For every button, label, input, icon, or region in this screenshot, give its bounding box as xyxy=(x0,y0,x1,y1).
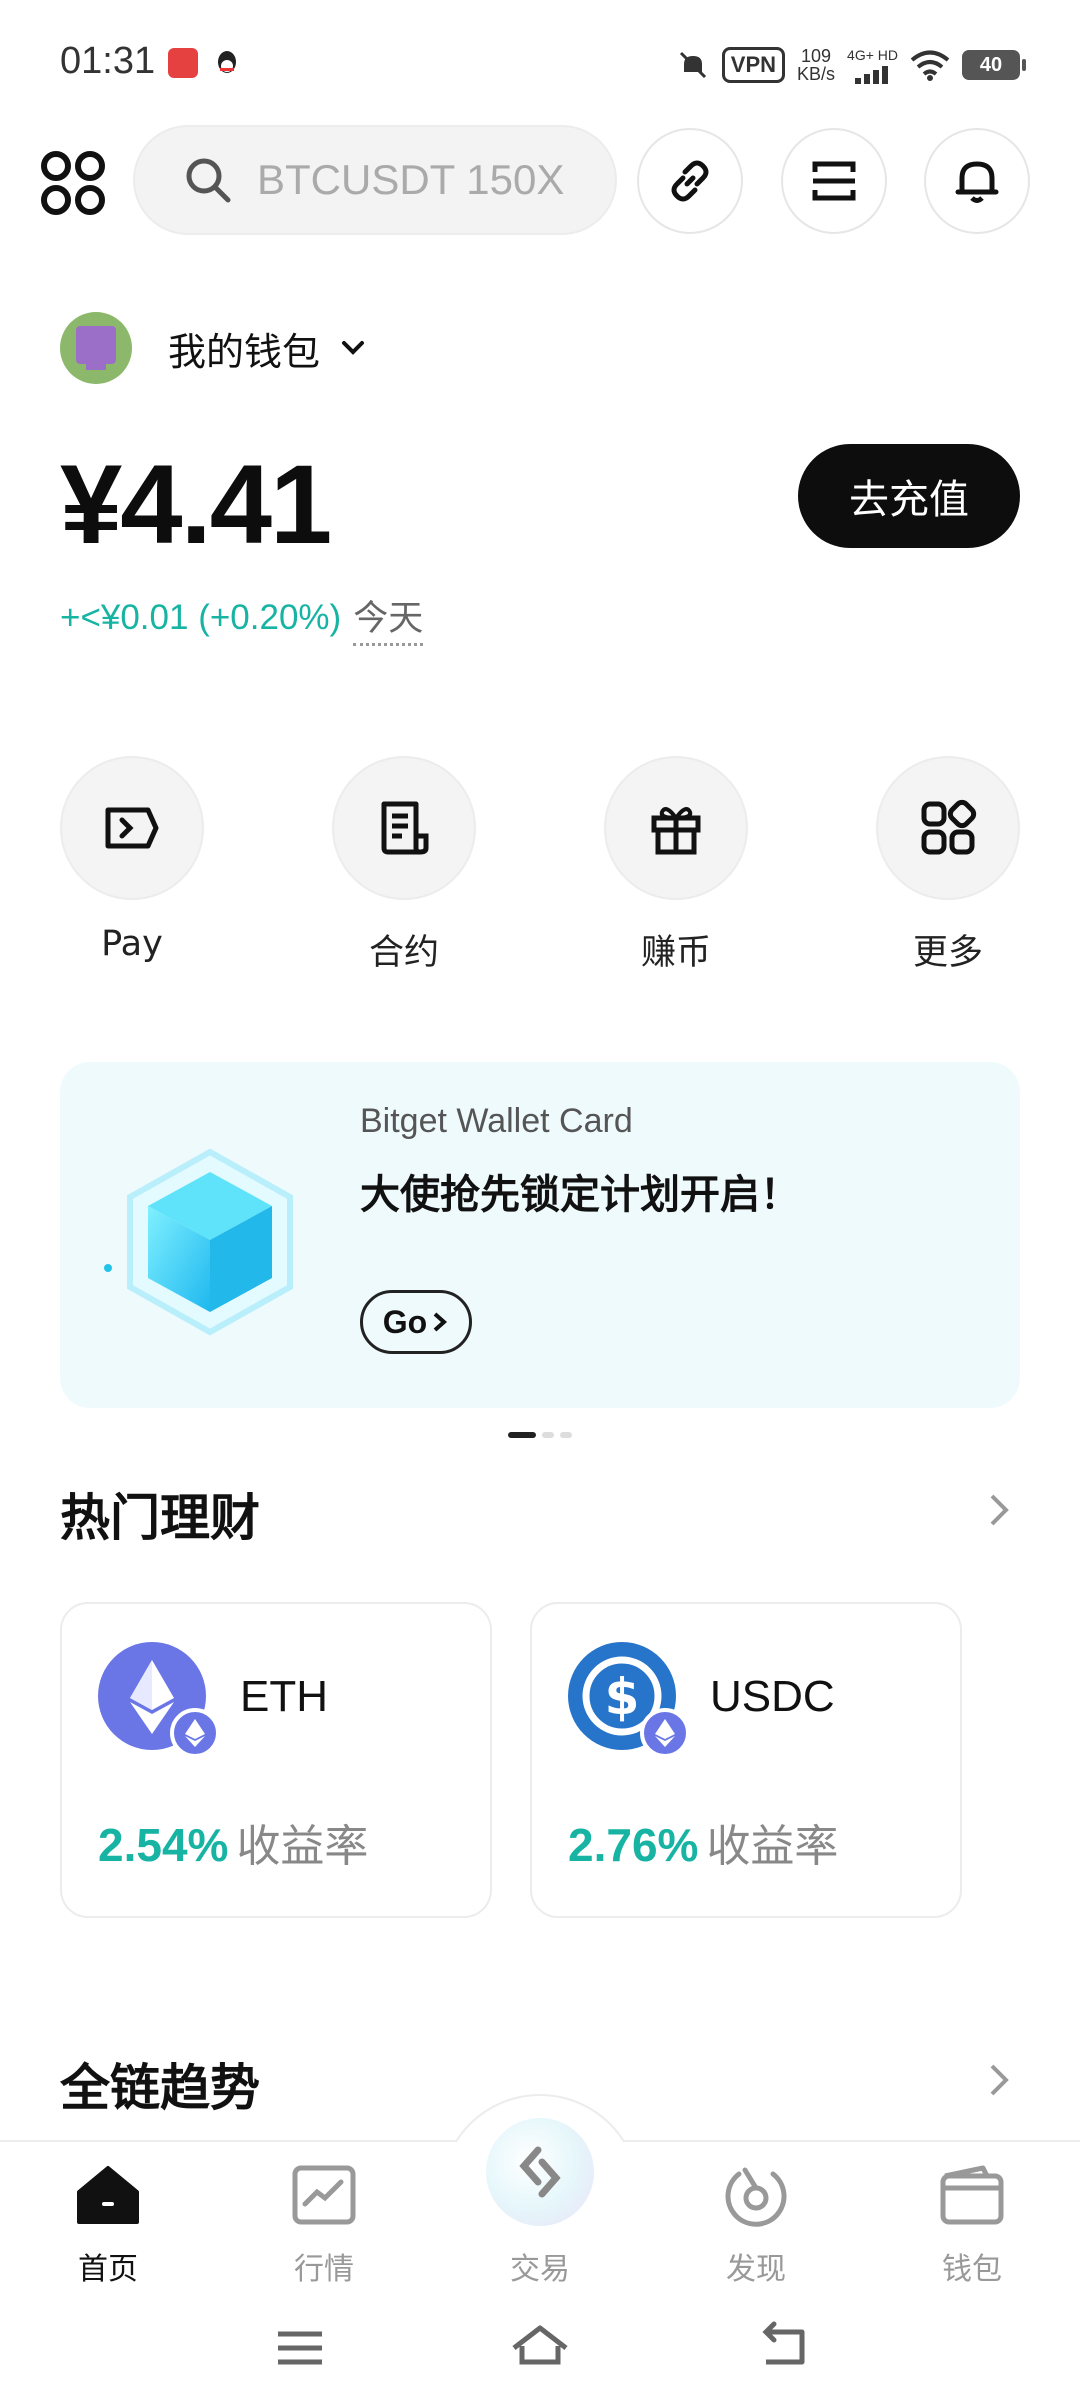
nav-item-wallet[interactable]: 钱包 xyxy=(902,2160,1042,2288)
status-right: VPN 109 KB/s 4G+ HD 40 xyxy=(676,40,1026,90)
apps-grid-icon[interactable] xyxy=(40,150,106,216)
nav-item-market[interactable]: 行情 xyxy=(254,2160,394,2288)
promo-banner[interactable]: Bitget Wallet Card 大使抢先锁定计划开启！ Go xyxy=(60,1062,1020,1408)
gift-icon xyxy=(651,807,701,855)
quick-action-label: Pay xyxy=(101,924,163,964)
nav-label: 钱包 xyxy=(942,2252,1002,2287)
system-nav-bar xyxy=(0,2288,1080,2408)
speed-unit: KB/s xyxy=(797,64,836,84)
pagination-dot xyxy=(560,1432,572,1438)
link-button[interactable] xyxy=(637,128,743,234)
chevron-right-icon[interactable] xyxy=(980,1490,1020,1530)
scan-button[interactable] xyxy=(781,128,887,234)
wallet-icon xyxy=(940,2165,1004,2225)
nav-item-trade[interactable]: 交易 xyxy=(470,2118,610,2288)
search-icon xyxy=(186,158,231,203)
sparkle-dot xyxy=(104,1264,112,1272)
discover-icon xyxy=(725,2167,787,2227)
apy-label: 收益率 xyxy=(706,1821,839,1872)
quick-action-label: 更多 xyxy=(912,933,983,973)
balance-change: +<¥0.01 (+0.20%) 今天 xyxy=(60,590,424,646)
more-grid-icon xyxy=(921,799,977,855)
quick-actions: Pay 合约 赚币 更多 xyxy=(0,756,1080,976)
banner-pagination xyxy=(508,1432,572,1438)
trade-orb xyxy=(486,2118,594,2226)
search-placeholder: BTCUSDT 150X xyxy=(257,156,565,203)
change-value: +<¥0.01 (+0.20%) xyxy=(60,598,342,637)
chevron-down-icon xyxy=(342,341,365,355)
signal-icon xyxy=(854,66,888,84)
cube-illustration xyxy=(127,1148,293,1336)
home-icon xyxy=(77,2166,139,2224)
total-balance: ¥4.41 xyxy=(60,442,332,567)
nav-label: 行情 xyxy=(294,2252,354,2287)
battery-icon: 40 xyxy=(962,50,1026,80)
signal: 4G+ HD xyxy=(847,46,898,84)
quick-action-earn[interactable]: 赚币 xyxy=(604,756,748,975)
earn-section-title: 热门理财 xyxy=(60,1489,260,1547)
quick-action-label: 赚币 xyxy=(640,933,711,973)
network-type: 4G+ HD xyxy=(847,47,898,63)
apy-label: 收益率 xyxy=(236,1821,369,1872)
eth-network-badge-icon xyxy=(170,1708,220,1758)
bell-icon xyxy=(955,161,999,203)
wifi-icon xyxy=(910,50,950,81)
svg-text:$: $ xyxy=(605,1668,640,1726)
nav-item-home[interactable]: 首页 xyxy=(38,2160,178,2288)
bottom-nav: 首页 行情 交易 发现 钱包 xyxy=(0,2094,1080,2290)
nav-label: 发现 xyxy=(726,2252,786,2287)
nav-label: 首页 xyxy=(78,2252,138,2287)
network-speed: 109 KB/s xyxy=(797,47,835,83)
pay-icon xyxy=(105,807,159,849)
search-input[interactable]: BTCUSDT 150X xyxy=(133,125,617,235)
link-icon xyxy=(671,160,709,202)
speed-value: 109 xyxy=(801,46,832,66)
pagination-dot xyxy=(508,1432,536,1438)
vpn-badge: VPN xyxy=(721,47,786,83)
coin-name: ETH xyxy=(240,1672,328,1721)
apy-row: 2.54% 收益率 xyxy=(98,1810,368,1874)
mute-icon xyxy=(679,51,706,79)
apy-row: 2.76% 收益率 xyxy=(568,1810,838,1874)
quick-action-label: 合约 xyxy=(368,933,439,973)
apy-value: 2.76% xyxy=(568,1819,699,1871)
nav-label: 交易 xyxy=(510,2252,570,2287)
quick-action-pay[interactable]: Pay xyxy=(60,756,204,964)
coin-name: USDC xyxy=(710,1672,835,1721)
scan-icon xyxy=(812,161,856,201)
qq-app-icon xyxy=(212,48,242,78)
trend-section-title: 全链趋势 xyxy=(60,2059,260,2117)
status-time: 01:31 xyxy=(60,40,156,82)
banner-title: 大使抢先锁定计划开启！ xyxy=(360,1172,800,1218)
top-bar: BTCUSDT 150X xyxy=(0,120,1080,240)
banner-subtitle: Bitget Wallet Card xyxy=(360,1102,633,1140)
quick-action-contract[interactable]: 合约 xyxy=(332,756,476,975)
banner-go-label: Go xyxy=(382,1303,428,1340)
menu-icon[interactable] xyxy=(270,2318,330,2378)
apy-value: 2.54% xyxy=(98,1819,229,1871)
pagination-dot xyxy=(542,1432,554,1438)
avatar xyxy=(60,312,132,384)
chevron-right-icon xyxy=(433,1312,448,1332)
back-icon[interactable] xyxy=(752,2318,812,2378)
quick-action-more[interactable]: 更多 xyxy=(876,756,1020,975)
camera-app-icon xyxy=(168,48,198,78)
earn-card-usdc[interactable]: $ USDC 2.76% 收益率 xyxy=(530,1602,962,1918)
trade-icon xyxy=(519,2146,561,2198)
banner-go-button[interactable]: Go xyxy=(360,1290,472,1354)
deposit-button[interactable]: 去充值 xyxy=(798,444,1020,548)
change-period[interactable]: 今天 xyxy=(353,590,424,646)
nav-item-discover[interactable]: 发现 xyxy=(686,2160,826,2288)
chevron-right-icon[interactable] xyxy=(980,2060,1020,2100)
eth-network-badge-icon xyxy=(640,1708,690,1758)
wallet-name: 我的钱包 xyxy=(168,329,321,374)
chart-icon xyxy=(292,2165,356,2225)
notification-button[interactable] xyxy=(924,128,1030,234)
earn-card-eth[interactable]: ETH 2.54% 收益率 xyxy=(60,1602,492,1918)
home-system-icon[interactable] xyxy=(510,2318,570,2378)
status-bar: 01:31 VPN 109 KB/s 4G+ HD 40 xyxy=(0,0,1080,130)
contract-icon xyxy=(381,801,429,855)
wallet-selector[interactable]: 我的钱包 xyxy=(60,312,368,384)
